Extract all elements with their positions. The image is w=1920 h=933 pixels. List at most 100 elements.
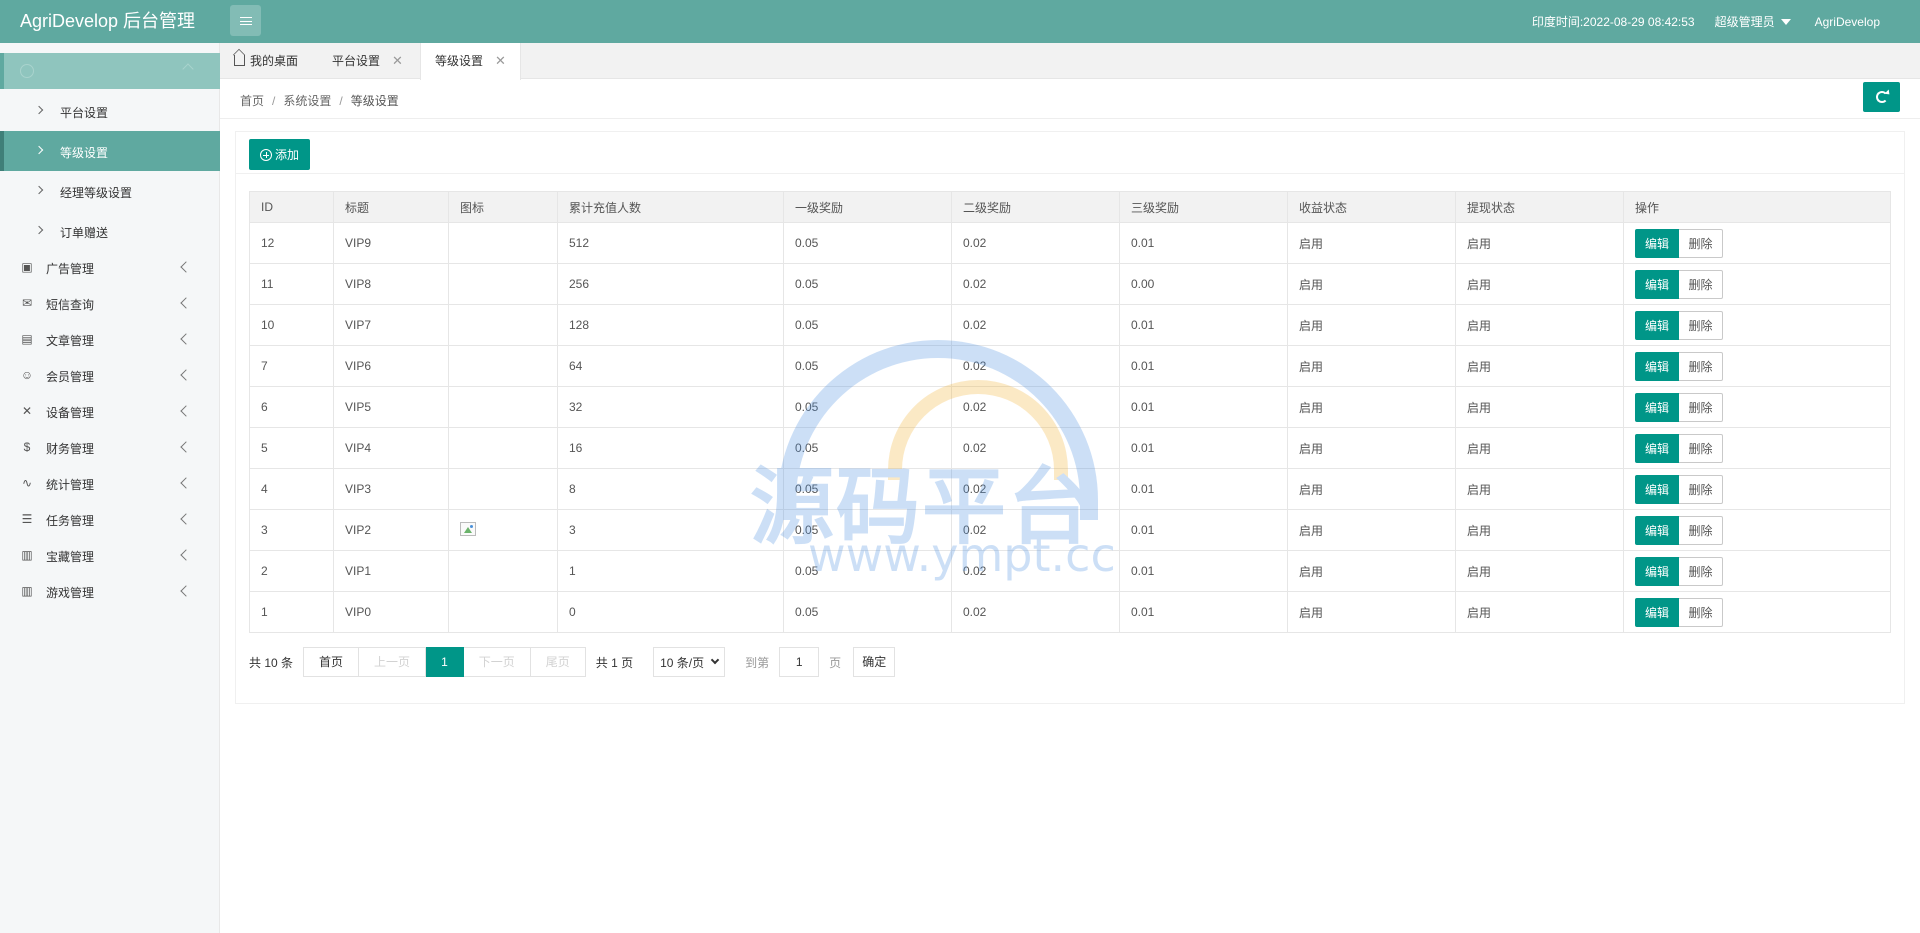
pager-prev[interactable]: 上一页: [359, 647, 427, 677]
cell-income-status: 启用: [1287, 591, 1456, 633]
cell-l3: 0.01: [1119, 427, 1288, 469]
delete-button[interactable]: 删除: [1679, 351, 1723, 381]
tab-platform-settings[interactable]: 平台设置 ✕: [318, 43, 417, 79]
cell-actions: 编辑 删除: [1623, 222, 1891, 264]
row-actions: 编辑 删除: [1635, 351, 1879, 381]
table-row: 7 VIP6 64 0.05 0.02 0.01 启用 启用 编辑 删除: [249, 345, 1891, 387]
cell-title: VIP2: [333, 509, 449, 551]
edit-button[interactable]: 编辑: [1635, 474, 1679, 504]
delete-button[interactable]: 删除: [1679, 269, 1723, 299]
cell-l3: 0.01: [1119, 509, 1288, 551]
chevron-down-icon: [710, 655, 720, 665]
pager-current[interactable]: 1: [426, 647, 464, 677]
cell-income-status: 启用: [1287, 427, 1456, 469]
cell-actions: 编辑 删除: [1623, 386, 1891, 428]
sidebar-item-treasure[interactable]: ▥ 宝藏管理: [0, 537, 220, 573]
cell-withdraw-status: 启用: [1455, 263, 1624, 305]
delete-button[interactable]: 删除: [1679, 392, 1723, 422]
edit-button[interactable]: 编辑: [1635, 269, 1679, 299]
chevron-right-icon: [34, 105, 44, 115]
sidebar-item-members[interactable]: ☺ 会员管理: [0, 357, 220, 393]
card-divider: [236, 173, 1904, 174]
edit-button[interactable]: 编辑: [1635, 228, 1679, 258]
cell-count: 512: [557, 222, 784, 264]
cell-l1: 0.05: [783, 550, 952, 592]
pager-first[interactable]: 首页: [303, 647, 360, 677]
cell-l1: 0.05: [783, 468, 952, 510]
edit-button[interactable]: 编辑: [1635, 433, 1679, 463]
table-row: 12 VIP9 512 0.05 0.02 0.01 启用 启用 编辑 删除: [249, 222, 1891, 264]
pager-goto-input[interactable]: 1: [779, 647, 820, 677]
delete-button[interactable]: 删除: [1679, 597, 1723, 627]
sidebar-subitem-manager-level[interactable]: 经理等级设置: [0, 171, 220, 211]
delete-button[interactable]: 删除: [1679, 474, 1723, 504]
cell-icon: [448, 345, 558, 387]
sidebar-item-stats[interactable]: ∿ 统计管理: [0, 465, 220, 501]
cell-withdraw-status: 启用: [1455, 591, 1624, 633]
close-icon[interactable]: ✕: [392, 43, 403, 79]
edit-button[interactable]: 编辑: [1635, 310, 1679, 340]
chevron-right-icon: [34, 145, 44, 155]
edit-button[interactable]: 编辑: [1635, 597, 1679, 627]
cell-l2: 0.02: [951, 550, 1120, 592]
sidebar-item-system-settings[interactable]: [0, 53, 220, 89]
pager-page-label: 页: [829, 655, 842, 670]
sidebar-item-devices[interactable]: ✕ 设备管理: [0, 393, 220, 429]
sidebar-item-sms[interactable]: ✉ 短信查询: [0, 285, 220, 321]
delete-button[interactable]: 删除: [1679, 433, 1723, 463]
breadcrumb-section[interactable]: 系统设置: [283, 94, 331, 108]
edit-button[interactable]: 编辑: [1635, 351, 1679, 381]
sidebar-subitem-platform[interactable]: 平台设置: [0, 91, 220, 131]
cell-l1: 0.05: [783, 509, 952, 551]
pager-count: 共 10 条: [249, 655, 294, 670]
cell-count: 3: [557, 509, 784, 551]
chevron-left-icon: [180, 369, 192, 381]
col-header-title: 标题: [333, 191, 449, 223]
cell-icon: [448, 427, 558, 469]
cell-withdraw-status: 启用: [1455, 345, 1624, 387]
delete-button[interactable]: 删除: [1679, 556, 1723, 586]
role-dropdown[interactable]: 超级管理员: [1715, 13, 1791, 30]
edit-button[interactable]: 编辑: [1635, 392, 1679, 422]
sidebar-item-articles[interactable]: ▤ 文章管理: [0, 321, 220, 357]
tab-desktop[interactable]: 我的桌面: [220, 43, 312, 79]
user-name[interactable]: AgriDevelop: [1815, 15, 1880, 29]
delete-button[interactable]: 删除: [1679, 515, 1723, 545]
cell-income-status: 启用: [1287, 509, 1456, 551]
sidebar-item-finance[interactable]: $ 财务管理: [0, 429, 220, 465]
sidebar-item-ads[interactable]: ▣ 广告管理: [0, 249, 220, 285]
gear-icon: [20, 64, 34, 78]
cell-actions: 编辑 删除: [1623, 591, 1891, 633]
cell-id: 1: [249, 591, 334, 633]
row-actions: 编辑 删除: [1635, 474, 1879, 504]
delete-button[interactable]: 删除: [1679, 228, 1723, 258]
breadcrumb-bar: 首页 / 系统设置 / 等级设置: [220, 79, 1920, 119]
add-button[interactable]: 添加: [249, 139, 310, 170]
pager-last[interactable]: 尾页: [530, 647, 586, 677]
sidebar-subitem-level[interactable]: 等级设置: [0, 131, 220, 171]
cell-icon: [448, 222, 558, 264]
col-header-icon: 图标: [448, 191, 558, 223]
pager-buttons: 首页 上一页 1 下一页 尾页: [303, 647, 586, 677]
page-size-select[interactable]: 10 条/页: [653, 647, 726, 677]
sidebar-subitem-order-gift[interactable]: 订单赠送: [0, 211, 220, 251]
col-header-income-status: 收益状态: [1287, 191, 1456, 223]
pager-confirm-button[interactable]: 确定: [853, 647, 896, 677]
refresh-button[interactable]: [1863, 82, 1900, 112]
menu-toggle-button[interactable]: [230, 5, 261, 36]
sidebar-item-tasks[interactable]: ☰ 任务管理: [0, 501, 220, 537]
caret-down-icon: [1780, 18, 1791, 25]
pager-next[interactable]: 下一页: [463, 647, 531, 677]
cell-title: VIP3: [333, 468, 449, 510]
edit-button[interactable]: 编辑: [1635, 556, 1679, 586]
sidebar-item-games[interactable]: ▥ 游戏管理: [0, 573, 220, 609]
edit-button[interactable]: 编辑: [1635, 515, 1679, 545]
cell-id: 10: [249, 304, 334, 346]
close-icon[interactable]: ✕: [495, 43, 506, 79]
breadcrumb-home[interactable]: 首页: [240, 94, 264, 108]
delete-button[interactable]: 删除: [1679, 310, 1723, 340]
tab-level-settings[interactable]: 等级设置 ✕: [420, 43, 521, 80]
table-row: 11 VIP8 256 0.05 0.02 0.00 启用 启用 编辑 删除: [249, 263, 1891, 305]
level-table: ID 标题 图标 累计充值人数 一级奖励 二级奖励 三级奖励 收益状态 提现状态…: [249, 191, 1891, 633]
home-icon: [234, 55, 245, 66]
